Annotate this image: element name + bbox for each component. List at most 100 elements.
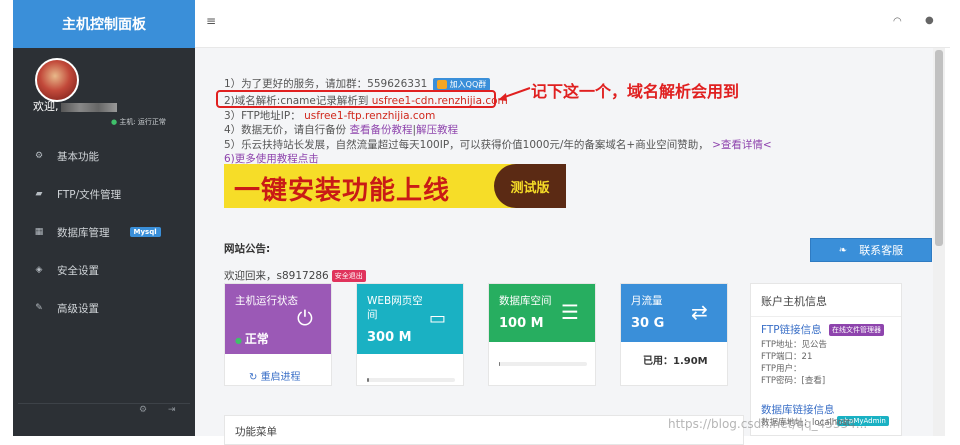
usage-bar bbox=[499, 362, 587, 366]
shield-icon: ◈ bbox=[35, 265, 43, 275]
notice-text: 1）为了更好的服务，请加群：559626331 bbox=[224, 78, 428, 90]
card-header: WEB网页空间 ▭ 300 M bbox=[357, 284, 463, 354]
highlight-box bbox=[216, 90, 496, 108]
card-value-text: 正常 bbox=[244, 332, 269, 346]
folder-icon: ▰ bbox=[35, 189, 43, 199]
sidebar-item-ftp[interactable]: ▰ FTP/文件管理 bbox=[33, 186, 122, 202]
sidebar-item-database[interactable]: ▦ 数据库管理 Mysql bbox=[33, 224, 161, 240]
gears-icon: ⚙ bbox=[34, 151, 44, 161]
welcome-back-text: 欢迎回来，s8917286 bbox=[224, 270, 329, 282]
menu-toggle-icon[interactable]: ≡ bbox=[206, 14, 216, 28]
usage-bar-fill bbox=[367, 378, 369, 382]
watermark: https://blog.csdn.net/qq_45334... bbox=[668, 417, 868, 431]
sidebar-item-label: 高级设置 bbox=[57, 302, 99, 315]
function-menu-panel: 功能菜单 bbox=[224, 415, 744, 445]
one-click-install-banner[interactable]: 一键安装功能上线 测试版 bbox=[224, 164, 566, 208]
username-blurred bbox=[60, 102, 117, 112]
file-manager-badge[interactable]: 在线文件管理器 bbox=[829, 324, 884, 336]
card-value: ● 正常 bbox=[235, 330, 269, 347]
transfer-arrows-icon: ⇄ bbox=[691, 300, 708, 324]
restart-label: 重启进程 bbox=[260, 372, 301, 383]
banner-beta-tag: 测试版 bbox=[494, 164, 566, 208]
sidebar: 主机控制面板 欢迎, ● 主机: 运行正常 ⚙ 基本功能 ▰ FTP/文件管理 … bbox=[13, 0, 195, 436]
notice-line-3: 3）FTP地址IP： usfree1-ftp.renzhijia.com bbox=[224, 108, 435, 123]
card-title: WEB网页空间 bbox=[367, 295, 423, 321]
card-header: 月流量 ⇄ 30 G bbox=[621, 284, 727, 342]
welcome-text: 欢迎, bbox=[33, 98, 117, 114]
scrollbar-thumb[interactable] bbox=[935, 50, 943, 246]
database-icon: ☰ bbox=[561, 300, 579, 324]
sidebar-title: 主机控制面板 bbox=[13, 0, 195, 48]
notice-line-4: 4）数据无价，请自行备份 查看备份教程|解压教程 bbox=[224, 122, 458, 137]
account-info-panel: 账户主机信息 FTP链接信息 在线文件管理器 FTP地址：见公告 FTP端口：2… bbox=[750, 283, 902, 436]
headset-icon[interactable]: ◠ bbox=[893, 16, 902, 27]
card-header: 主机运行状态 ⏻ ● 正常 bbox=[225, 284, 331, 354]
hdd-icon: ▭ bbox=[429, 308, 447, 329]
card-title: 数据库空间 bbox=[499, 295, 552, 307]
user-icon[interactable]: ● bbox=[925, 15, 934, 26]
db-info-link[interactable]: 数据库链接信息 bbox=[761, 402, 835, 417]
ftp-port-line: FTP端口：21 bbox=[761, 352, 813, 362]
top-bar: ≡ ◠ ● bbox=[195, 0, 950, 48]
host-status-card: 主机运行状态 ⏻ ● 正常 ↻ 重启进程 bbox=[224, 283, 332, 386]
qq-icon bbox=[436, 80, 447, 89]
backup-tutorial-link[interactable]: 查看备份教程 bbox=[350, 124, 413, 136]
settings-gear-icon[interactable]: ⚙ bbox=[139, 405, 147, 415]
restart-process-button[interactable]: ↻ 重启进程 bbox=[249, 368, 301, 383]
status-dot-icon: ● bbox=[235, 336, 245, 345]
host-status-label: 主机: 运行正常 bbox=[119, 118, 166, 126]
mysql-badge: Mysql bbox=[129, 227, 161, 237]
support-button-label: 联系客服 bbox=[859, 244, 904, 257]
annotation-text: 记下这一个，域名解析会用到 bbox=[531, 82, 740, 101]
qq-button-label: 加入QQ群 bbox=[449, 80, 487, 89]
card-header: 数据库空间 ☰ 100 M bbox=[489, 284, 595, 342]
sign-out-icon[interactable]: ⇥ bbox=[168, 405, 176, 415]
notice-line-1: 1）为了更好的服务，请加群：559626331 加入QQ群 bbox=[224, 76, 491, 91]
monthly-traffic-card: 月流量 ⇄ 30 G 已用：1.90M bbox=[620, 283, 728, 386]
unzip-tutorial-link[interactable]: 解压教程 bbox=[416, 124, 458, 136]
sidebar-item-label: 基本功能 bbox=[57, 150, 99, 163]
welcome-back: 欢迎回来，s8917286 安全退出 bbox=[224, 268, 366, 283]
usage-bar bbox=[367, 378, 455, 382]
account-info-title: 账户主机信息 bbox=[761, 295, 827, 308]
sidebar-divider bbox=[18, 403, 190, 404]
avatar[interactable] bbox=[35, 58, 79, 102]
sidebar-item-advanced[interactable]: ✎ 高级设置 bbox=[33, 300, 99, 316]
notice-text: 3）FTP地址IP： bbox=[224, 110, 301, 122]
power-icon: ⏻ bbox=[297, 306, 313, 330]
table-icon: ▦ bbox=[34, 227, 44, 237]
card-value: 300 M bbox=[367, 330, 412, 345]
function-menu-title: 功能菜单 bbox=[235, 426, 277, 438]
card-value: 30 G bbox=[631, 316, 665, 331]
sidebar-item-label: 数据库管理 bbox=[57, 226, 110, 239]
sidebar-item-basic[interactable]: ⚙ 基本功能 bbox=[33, 148, 99, 164]
contact-support-button[interactable]: ❧ 联系客服 bbox=[810, 238, 932, 262]
card-title: 月流量 bbox=[631, 295, 663, 307]
site-notice-title: 网站公告: bbox=[224, 243, 271, 255]
ftp-info-link[interactable]: FTP链接信息 bbox=[761, 322, 822, 337]
host-status: ● 主机: 运行正常 bbox=[111, 117, 166, 127]
sidebar-item-label: FTP/文件管理 bbox=[57, 188, 122, 201]
web-space-card: WEB网页空间 ▭ 300 M bbox=[356, 283, 464, 386]
view-details-link[interactable]: >查看详情< bbox=[712, 139, 772, 151]
traffic-used: 已用：1.90M bbox=[643, 356, 708, 367]
notice-text: 5）乐云扶持站长发展，自然流量超过每天100IP，可以获得价值1000元/年的备… bbox=[224, 139, 709, 151]
vertical-scrollbar[interactable] bbox=[933, 48, 945, 436]
welcome-label: 欢迎, bbox=[33, 100, 59, 113]
notice-line-5: 5）乐云扶持站长发展，自然流量超过每天100IP，可以获得价值1000元/年的备… bbox=[224, 137, 772, 152]
ftp-password-line: FTP密码：[查看] bbox=[761, 376, 826, 386]
logout-button[interactable]: 安全退出 bbox=[331, 270, 366, 282]
ftp-user-line: FTP用户： bbox=[761, 364, 802, 374]
card-title: 主机运行状态 bbox=[235, 295, 298, 307]
ftp-address-line: FTP地址：见公告 bbox=[761, 340, 828, 350]
divider bbox=[751, 316, 901, 317]
ftp-address-value: usfree1-ftp.renzhijia.com bbox=[304, 110, 436, 122]
refresh-icon: ↻ bbox=[249, 372, 261, 383]
sidebar-item-security[interactable]: ◈ 安全设置 bbox=[33, 262, 99, 278]
card-value: 100 M bbox=[499, 316, 544, 331]
usage-bar-fill bbox=[499, 362, 500, 366]
leaf-icon: ❧ bbox=[838, 244, 848, 256]
database-space-card: 数据库空间 ☰ 100 M bbox=[488, 283, 596, 386]
app-window: 主机控制面板 欢迎, ● 主机: 运行正常 ⚙ 基本功能 ▰ FTP/文件管理 … bbox=[0, 0, 960, 445]
notice-text: 4）数据无价，请自行备份 bbox=[224, 124, 347, 136]
